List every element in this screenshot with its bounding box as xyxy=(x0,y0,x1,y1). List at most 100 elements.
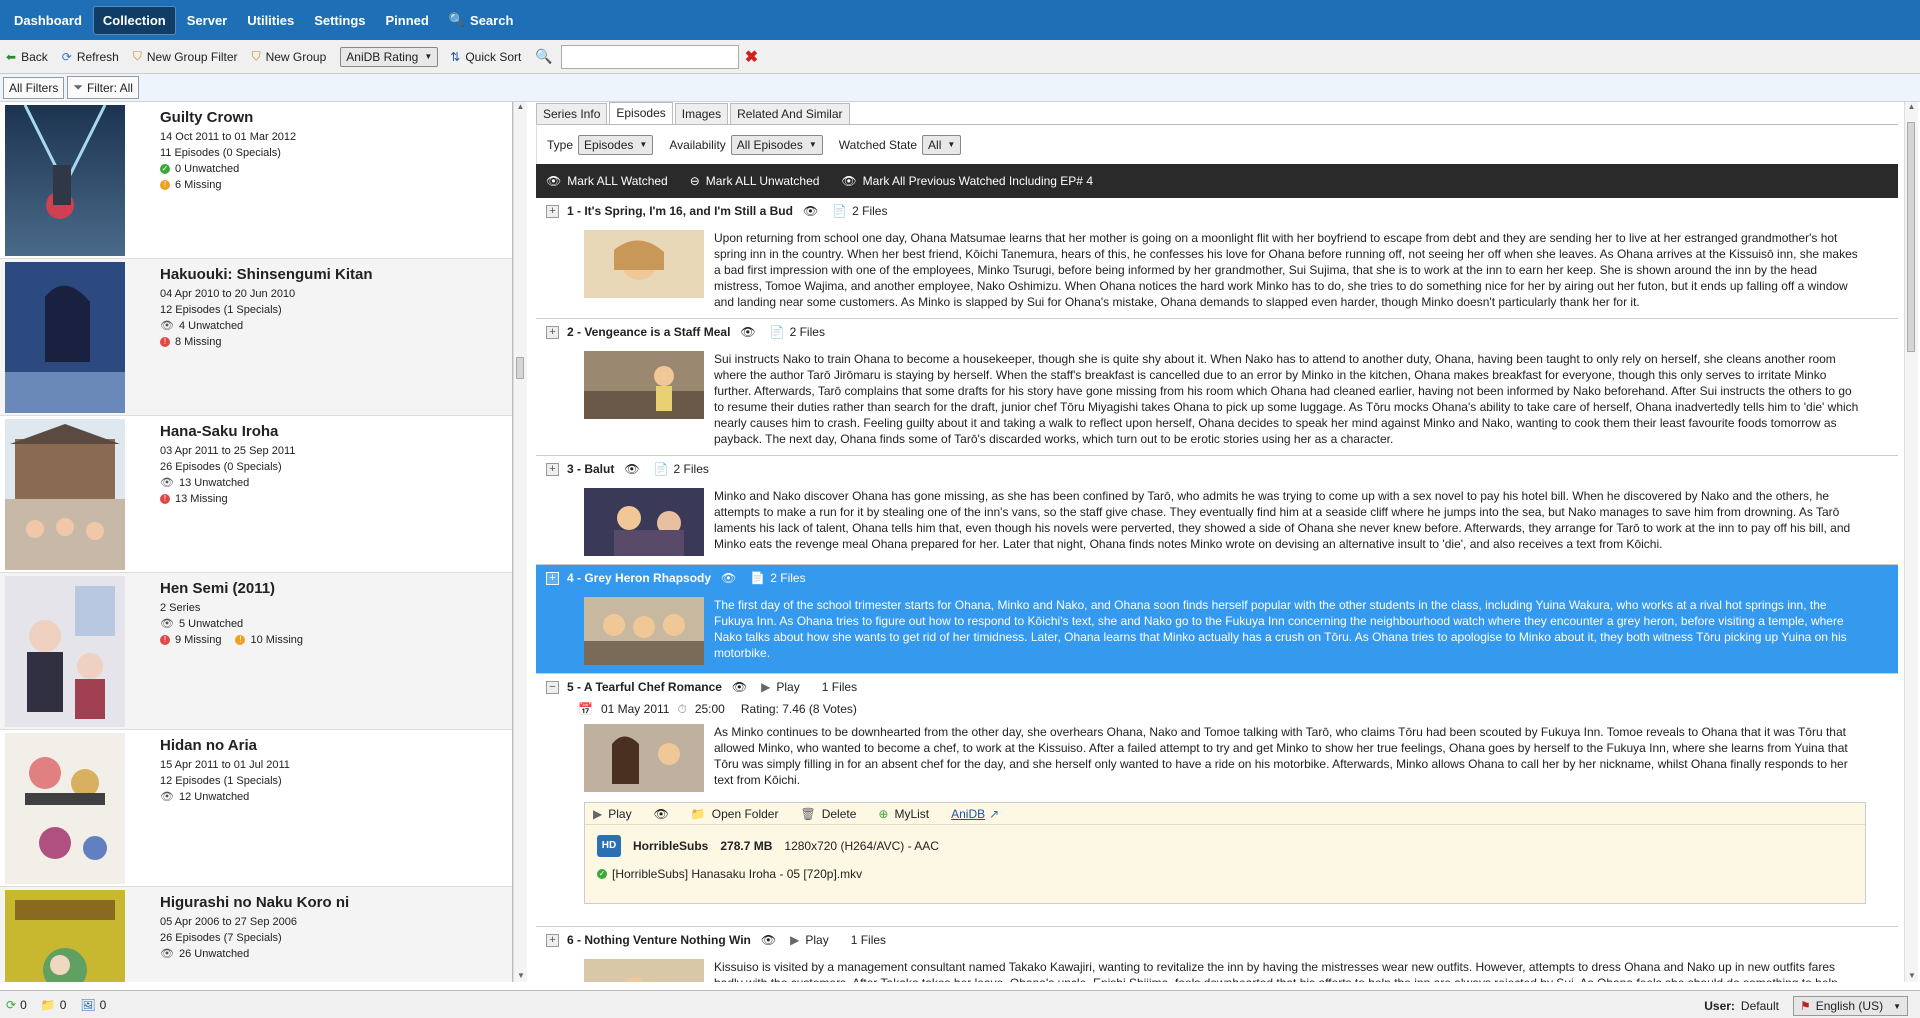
episode-body: As Minko continues to be downhearted fro… xyxy=(536,718,1898,792)
nav-dashboard[interactable]: Dashboard xyxy=(5,7,91,34)
delete-label: Delete xyxy=(821,806,857,821)
scroll-thumb[interactable] xyxy=(1907,122,1915,352)
nav-server[interactable]: Server xyxy=(178,7,236,34)
episode-row-expanded[interactable]: − 5 - A Tearful Chef Romance 👁 ▶ Play 1 F… xyxy=(536,674,1898,927)
eye-icon[interactable]: 👁 xyxy=(761,933,776,947)
status-hashing-count: 0 xyxy=(20,997,27,1012)
nav-settings[interactable]: Settings xyxy=(305,7,374,34)
series-item[interactable]: Hen Semi (2011) 2 Series 👁 5 Unwatched ! 9… xyxy=(0,573,512,730)
tab-episodes[interactable]: Episodes xyxy=(609,102,673,124)
series-item[interactable]: Hana-Saku Iroha 03 Apr 2011 to 25 Sep 20… xyxy=(0,416,512,573)
status-hashing: ⟳ 0 xyxy=(6,998,27,1012)
sort-select[interactable]: AniDB Rating ▼ xyxy=(340,46,439,67)
expand-icon[interactable]: + xyxy=(546,933,559,947)
search-input[interactable] xyxy=(560,44,739,69)
files-label: 2 Files xyxy=(852,204,888,218)
series-dates: 05 Apr 2006 to 27 Sep 2006 xyxy=(160,916,298,928)
episode-files: 📄 2 Files xyxy=(770,325,825,339)
availability-select[interactable]: All Episodes ▼ xyxy=(730,134,823,155)
type-select[interactable]: Episodes ▼ xyxy=(578,134,654,155)
open-folder-button[interactable]: 📁 Open Folder xyxy=(691,807,779,821)
expand-icon[interactable]: + xyxy=(546,571,559,585)
episode-list-scrollbar[interactable]: ▲ ▼ xyxy=(1904,102,1918,982)
play-button[interactable]: ▶ Play xyxy=(761,680,800,694)
nav-search[interactable]: 🔍 Search xyxy=(440,6,523,34)
scroll-down-icon[interactable]: ▼ xyxy=(1908,971,1916,980)
eye-icon[interactable]: 👁 xyxy=(740,325,755,339)
mark-previous-watched-button[interactable]: 👁 Mark All Previous Watched Including EP#… xyxy=(841,174,1093,188)
new-group-filter-button[interactable]: ⛉ New Group Filter xyxy=(133,49,238,64)
check-icon: ✓ xyxy=(597,869,607,879)
mark-all-watched-button[interactable]: 👁 Mark ALL Watched xyxy=(546,174,668,188)
episode-row-selected[interactable]: + 4 - Grey Heron Rhapsody 👁 📄 2 Files The… xyxy=(536,565,1898,674)
tab-images[interactable]: Images xyxy=(674,103,729,124)
nav-utilities[interactable]: Utilities xyxy=(238,7,303,34)
detail-tabs: Series Info Episodes Images Related And … xyxy=(536,102,1898,124)
language-select[interactable]: ⚑ English (US) ▼ xyxy=(1792,996,1908,1016)
eye-icon[interactable]: 👁 xyxy=(732,680,747,694)
episode-thumbnail xyxy=(584,351,704,419)
nav-pinned[interactable]: Pinned xyxy=(377,7,438,34)
episode-title: 5 - A Tearful Chef Romance xyxy=(567,680,722,694)
eye-icon: 👁 xyxy=(160,477,174,489)
tab-series-info[interactable]: Series Info xyxy=(536,103,608,124)
mark-all-unwatched-button[interactable]: ⊖ Mark ALL Unwatched xyxy=(690,174,820,188)
refresh-button[interactable]: ⟳ Refresh xyxy=(62,50,119,64)
scroll-up-icon[interactable]: ▲ xyxy=(514,102,527,111)
anidb-link-text[interactable]: AniDB xyxy=(951,807,985,821)
nav-collection[interactable]: Collection xyxy=(92,5,176,35)
play-button[interactable]: ▶ Play xyxy=(790,933,829,947)
series-name: Hana-Saku Iroha xyxy=(160,423,279,440)
filter-button[interactable]: ⏷ Filter: All xyxy=(67,76,139,99)
file-watched-toggle[interactable]: 👁 xyxy=(654,807,669,821)
expand-icon[interactable]: + xyxy=(546,462,559,476)
language-value: English (US) xyxy=(1815,999,1884,1013)
eye-icon: 👁 xyxy=(546,174,562,188)
all-filters-button[interactable]: All Filters xyxy=(3,76,65,99)
anidb-link[interactable]: AniDB ↗ xyxy=(951,807,999,821)
clear-search-icon[interactable]: ✖ xyxy=(745,47,758,67)
file-play-button[interactable]: ▶ Play xyxy=(593,807,632,821)
mark-previous-watched-label: Mark All Previous Watched Including EP# … xyxy=(862,174,1093,188)
eye-icon[interactable]: 👁 xyxy=(803,204,818,218)
series-item[interactable]: Hidan no Aria 15 Apr 2011 to 01 Jul 2011… xyxy=(0,730,512,887)
quick-sort-button[interactable]: ⇅ Quick Sort xyxy=(450,50,521,64)
unwatched-label: 13 Unwatched xyxy=(178,477,250,489)
tab-related[interactable]: Related And Similar xyxy=(730,103,850,124)
episode-row[interactable]: + 1 - It's Spring, I'm 16, and I'm Still… xyxy=(536,198,1898,319)
episode-row[interactable]: + 6 - Nothing Venture Nothing Win 👁 ▶ Pla… xyxy=(536,927,1898,982)
user-label: User: xyxy=(1704,999,1735,1013)
play-icon: ▶ xyxy=(761,680,771,694)
series-item[interactable]: Hakuouki: Shinsengumi Kitan 04 Apr 2010 … xyxy=(0,259,512,416)
series-name: Guilty Crown xyxy=(160,109,254,126)
unwatched-count: 👁 4 Unwatched xyxy=(160,318,373,334)
episode-row[interactable]: + 3 - Balut 👁 📄 2 Files Minko and Nako di… xyxy=(536,456,1898,565)
series-info: Hidan no Aria 15 Apr 2011 to 01 Jul 2011… xyxy=(160,733,290,883)
back-button[interactable]: ⬅ Back xyxy=(6,50,48,64)
expand-icon[interactable]: + xyxy=(546,325,559,339)
series-item[interactable]: Higurashi no Naku Koro ni 05 Apr 2006 to… xyxy=(0,887,512,982)
episode-files: 📄 2 Files xyxy=(750,571,805,585)
series-episode-count: 12 Episodes (1 Specials) xyxy=(160,304,282,316)
scroll-up-icon[interactable]: ▲ xyxy=(1905,102,1918,111)
scroll-thumb[interactable] xyxy=(516,357,524,379)
series-item[interactable]: Guilty Crown 14 Oct 2011 to 01 Mar 2012 … xyxy=(0,102,512,259)
series-info: Hen Semi (2011) 2 Series 👁 5 Unwatched ! 9… xyxy=(160,576,303,726)
episode-description: Upon returning from school one day, Ohan… xyxy=(714,231,1858,309)
eye-icon[interactable]: 👁 xyxy=(624,462,639,476)
expand-icon[interactable]: + xyxy=(546,204,559,218)
watched-state-select[interactable]: All ▼ xyxy=(922,134,962,155)
delete-button[interactable]: 🗑 Delete xyxy=(800,807,856,821)
search-icon[interactable]: 🔍 xyxy=(535,48,552,65)
episode-row[interactable]: + 2 - Vengeance is a Staff Meal 👁 📄 2 Fil… xyxy=(536,319,1898,456)
scroll-down-icon[interactable]: ▼ xyxy=(517,971,525,980)
chevron-down-icon: ▼ xyxy=(808,140,817,149)
folder-icon: 📁 xyxy=(690,806,706,821)
new-group-button[interactable]: ⛉ New Group xyxy=(252,49,327,64)
missing-label: 13 Missing xyxy=(175,493,228,505)
collapse-icon[interactable]: − xyxy=(546,680,559,694)
missing-label: 9 Missing xyxy=(175,634,222,646)
series-list-scrollbar[interactable]: ▲ ▼ xyxy=(513,102,527,982)
eye-icon[interactable]: 👁 xyxy=(721,571,736,585)
mylist-button[interactable]: ⊕ MyList xyxy=(878,807,929,821)
